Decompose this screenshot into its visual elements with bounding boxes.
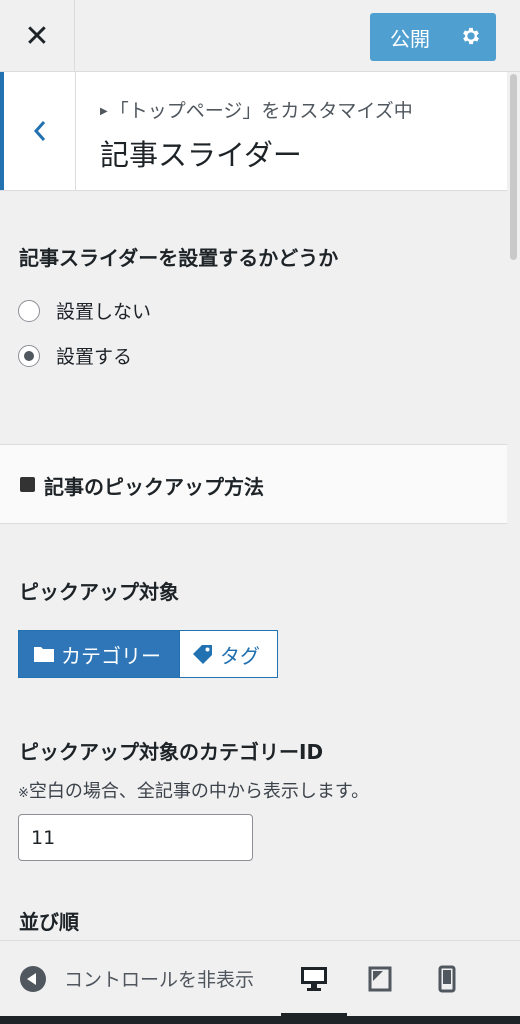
desktop-preview-button[interactable] [298,963,330,995]
pickup-method-header: 記事のピックアップ方法 [0,444,507,524]
back-button[interactable] [0,72,76,190]
arrow-left-circle-icon [20,965,46,992]
tag-icon [193,645,212,664]
bottom-edge [0,1016,520,1024]
radio-option-show[interactable]: 設置する [18,342,132,369]
publish-button[interactable]: 公開 [370,13,496,61]
collapse-sidebar-button[interactable]: コントロールを非表示 [20,965,275,992]
category-button[interactable]: カテゴリー [18,630,180,678]
panel-header: ▶ 「トップページ」をカスタマイズ中 記事スライダー [0,72,507,191]
publish-label: 公開 [390,26,430,51]
pickup-target-title: ピックアップ対象 [19,580,179,604]
desktop-icon [301,967,327,991]
gear-icon[interactable] [460,25,482,47]
panel-title: 記事スライダー [100,138,302,172]
tag-button-label: タグ [220,643,260,668]
chevron-left-icon [33,121,45,141]
category-id-input[interactable] [18,814,253,861]
order-title: 並び順 [19,910,79,934]
radio-button-selected[interactable] [18,344,40,367]
close-button[interactable]: ✕ [0,0,75,72]
triangle-icon: ▶ [100,106,108,117]
square-bullet-icon [20,477,35,492]
smartphone-icon [438,965,456,993]
pickup-method-title: 記事のピックアップ方法 [44,475,264,499]
tablet-preview-button[interactable] [364,963,396,995]
radio-option-hide[interactable]: 設置しない [18,297,151,324]
collapse-label: コントロールを非表示 [64,969,255,991]
category-button-label: カテゴリー [61,643,161,668]
customizer-header: ✕ 公開 [0,0,520,72]
tag-button[interactable]: タグ [180,630,278,678]
breadcrumb: ▶ 「トップページ」をカスタマイズ中 [100,100,413,122]
radio-label: 設置する [56,346,133,368]
radio-button[interactable] [18,299,40,322]
folder-icon [34,647,54,662]
note-mark: ※ [18,786,29,801]
tablet-icon [368,966,392,992]
category-id-note: ※空白の場合、全記事の中から表示します。 [18,781,370,802]
close-icon: ✕ [24,18,50,54]
pickup-target-toggle: カテゴリー タグ [18,630,278,678]
category-id-title: ピックアップ対象のカテゴリーID [19,740,324,764]
scrollbar-thumb[interactable] [510,74,517,260]
radio-label: 設置しない [56,301,152,323]
customizer-footer: コントロールを非表示 [0,940,520,1017]
mobile-preview-button[interactable] [431,963,463,995]
slider-setting-title: 記事スライダーを設置するかどうか [19,246,339,270]
